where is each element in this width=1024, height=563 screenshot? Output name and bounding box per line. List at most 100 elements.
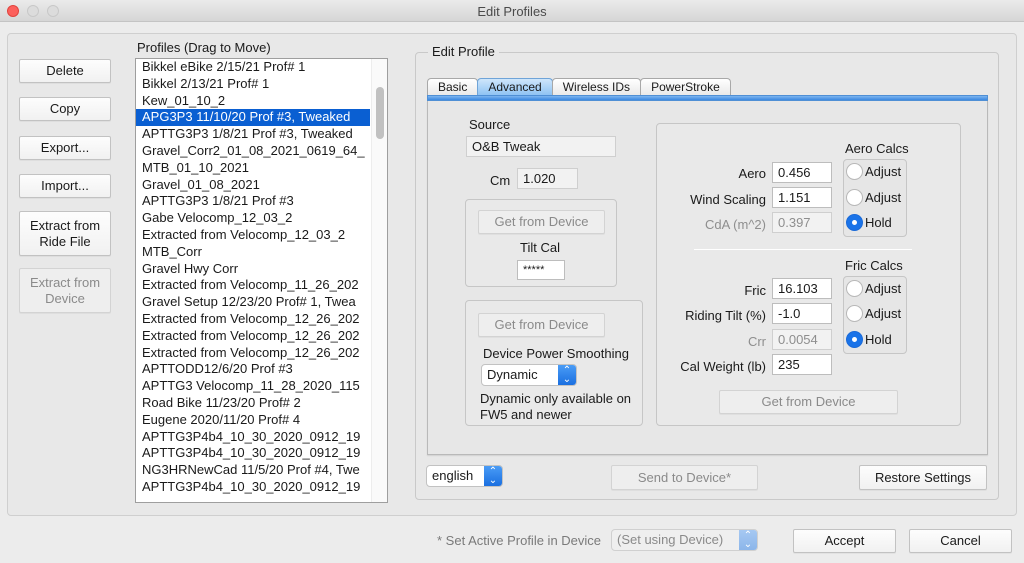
profile-list-item[interactable]: Road Bike 11/23/20 Prof# 2	[136, 395, 370, 412]
cm-label: Cm	[490, 173, 511, 188]
fric-field[interactable]: 16.103	[772, 278, 832, 299]
active-profile-select[interactable]: (Set using Device) ⌃ ⌄	[611, 529, 758, 551]
tab-basic[interactable]: Basic	[427, 78, 479, 96]
cda-field: 0.397	[772, 212, 832, 233]
tilt-get-from-device-button[interactable]: Get from Device	[478, 210, 605, 234]
window-title: Edit Profiles	[477, 4, 547, 19]
profile-list-item[interactable]: APTTG3 Velocomp_11_28_2020_115	[136, 378, 370, 395]
aero-radio-adjust-2[interactable]: Adjust	[846, 189, 901, 206]
extract-from-device-button[interactable]: Extract from Device	[19, 268, 111, 313]
profiles-list[interactable]: Bikkel eBike 2/15/21 Prof# 1 Bikkel 2/13/…	[135, 58, 388, 503]
smoothing-note-line2: FW5 and newer	[480, 407, 572, 422]
smoothing-select[interactable]: Dynamic ⌃ ⌄	[481, 364, 577, 386]
radio-label: Adjust	[865, 164, 902, 179]
radio-button-selected[interactable]	[846, 214, 863, 231]
cm-field: 1.020	[517, 168, 578, 189]
radio-button-selected[interactable]	[846, 331, 863, 348]
profile-list-item[interactable]: APTTODD12/6/20 Prof #3	[136, 361, 370, 378]
profile-list-item[interactable]: Bikkel eBike 2/15/21 Prof# 1	[136, 59, 370, 76]
profile-list-item[interactable]: Gravel Setup 12/23/20 Prof# 1, Twea	[136, 294, 370, 311]
import-button[interactable]: Import...	[19, 174, 111, 198]
up-down-chevron-icon: ⌃ ⌄	[484, 466, 502, 486]
profile-list-item[interactable]: MTB_01_10_2021	[136, 160, 370, 177]
tab-wireless-ids[interactable]: Wireless IDs	[551, 78, 642, 96]
profile-list-item[interactable]: Kew_01_10_2	[136, 93, 370, 110]
riding-tilt-label: Riding Tilt (%)	[685, 308, 766, 323]
extract-ride-line2: Ride File	[39, 233, 91, 249]
radio-button[interactable]	[846, 305, 863, 322]
radio-label: Adjust	[865, 281, 902, 296]
active-profile-label: * Set Active Profile in Device	[437, 533, 602, 548]
cancel-button[interactable]: Cancel	[909, 529, 1012, 553]
delete-button[interactable]: Delete	[19, 59, 111, 83]
radio-button[interactable]	[846, 163, 863, 180]
aero-radio-hold[interactable]: Hold	[846, 214, 892, 231]
active-profile-select-value: (Set using Device)	[617, 532, 724, 547]
wind-scaling-field[interactable]: 1.151	[772, 187, 832, 208]
profile-list-item[interactable]: NG3HRNewCad 11/5/20 Prof #4, Twe	[136, 462, 370, 479]
extract-from-ride-file-button[interactable]: Extract from Ride File	[19, 211, 111, 256]
profiles-label: Profiles (Drag to Move)	[137, 40, 271, 55]
profile-list-item[interactable]: Gabe Velocomp_12_03_2	[136, 210, 370, 227]
aero-radio-adjust-1[interactable]: Adjust	[846, 163, 901, 180]
tab-strip: Basic Advanced Wireless IDs PowerStroke	[427, 78, 731, 96]
accept-button[interactable]: Accept	[793, 529, 896, 553]
profiles-scroll-thumb[interactable]	[376, 87, 384, 139]
profile-list-item[interactable]: APTTG3P4b4_10_30_2020_0912_19	[136, 429, 370, 446]
radio-button[interactable]	[846, 280, 863, 297]
cal-weight-field[interactable]: 235	[772, 354, 832, 375]
smoothing-label: Device Power Smoothing	[483, 346, 629, 361]
fric-radio-hold[interactable]: Hold	[846, 331, 892, 348]
up-down-chevron-icon: ⌃ ⌄	[558, 365, 576, 385]
tab-advanced[interactable]: Advanced	[477, 78, 553, 96]
export-button[interactable]: Export...	[19, 136, 111, 160]
profile-list-item[interactable]: Extracted from Velocomp_12_26_202	[136, 311, 370, 328]
fric-radio-adjust-2[interactable]: Adjust	[846, 305, 901, 322]
calcs-get-from-device-button[interactable]: Get from Device	[719, 390, 898, 414]
profile-list-item[interactable]: Bikkel 2/13/21 Prof# 1	[136, 76, 370, 93]
aero-field[interactable]: 0.456	[772, 162, 832, 183]
profile-list-item[interactable]: Eugene 2020/11/20 Prof# 4	[136, 412, 370, 429]
profile-list-item[interactable]: APTTG3P4b4_10_30_2020_0912_19	[136, 479, 370, 496]
profile-list-item[interactable]: Extracted from Velocomp_11_26_202	[136, 277, 370, 294]
profile-list-item[interactable]: Gravel Hwy Corr	[136, 261, 370, 278]
fric-radio-adjust-1[interactable]: Adjust	[846, 280, 901, 297]
profile-list-item[interactable]: MTB_Corr	[136, 244, 370, 261]
language-select[interactable]: english ⌃ ⌄	[426, 465, 503, 487]
riding-tilt-field[interactable]: -1.0	[772, 303, 832, 324]
restore-settings-button[interactable]: Restore Settings	[859, 465, 987, 490]
cda-label: CdA (m^2)	[704, 217, 766, 232]
fric-label: Fric	[744, 283, 766, 298]
profile-list-item[interactable]: APTTG3P3 1/8/21 Prof #3, Tweaked	[136, 126, 370, 143]
profile-list-item[interactable]: Gravel_Corr2_01_08_2021_0619_64_	[136, 143, 370, 160]
extract-ride-line1: Extract from	[29, 217, 101, 233]
profile-list-item[interactable]: APTTG3P3 1/8/21 Prof #3	[136, 193, 370, 210]
aero-label: Aero	[738, 166, 766, 181]
wind-scaling-label: Wind Scaling	[690, 192, 766, 207]
profile-list-item[interactable]: Gravel_01_08_2021	[136, 177, 370, 194]
fric-calcs-radio-group: Adjust Adjust Hold	[843, 276, 907, 354]
up-down-chevron-icon: ⌃ ⌄	[739, 530, 757, 550]
aero-calcs-radio-group: Adjust Adjust Hold	[843, 159, 907, 237]
tilt-cal-label: Tilt Cal	[520, 240, 560, 255]
tab-powerstroke[interactable]: PowerStroke	[640, 78, 731, 96]
profile-list-item[interactable]: Extracted from Velocomp_12_26_202	[136, 328, 370, 345]
crr-label: Crr	[747, 334, 766, 349]
profile-list-item[interactable]: Extracted from Velocomp_12_03_2	[136, 227, 370, 244]
extract-device-line1: Extract from	[29, 274, 101, 290]
profile-list-item[interactable]: APTTG3P4b4_10_30_2020_0912_19	[136, 445, 370, 462]
calcs-separator	[694, 249, 912, 250]
source-label: Source	[469, 117, 511, 132]
copy-button[interactable]: Copy	[19, 97, 111, 121]
radio-label: Hold	[865, 215, 892, 230]
profile-list-item-selected[interactable]: APG3P3 11/10/20 Prof #3, Tweaked	[136, 109, 370, 127]
smoothing-get-from-device-button[interactable]: Get from Device	[478, 313, 605, 337]
cal-weight-label: Cal Weight (lb)	[680, 359, 766, 374]
extract-device-line2: Device	[45, 290, 85, 306]
profile-list-item[interactable]: Extracted from Velocomp_12_26_202	[136, 345, 370, 362]
edit-profile-legend: Edit Profile	[428, 44, 499, 59]
profiles-scrollbar[interactable]	[371, 59, 387, 502]
tilt-cal-field[interactable]: *****	[517, 260, 565, 280]
send-to-device-button[interactable]: Send to Device*	[611, 465, 758, 490]
radio-button[interactable]	[846, 189, 863, 206]
